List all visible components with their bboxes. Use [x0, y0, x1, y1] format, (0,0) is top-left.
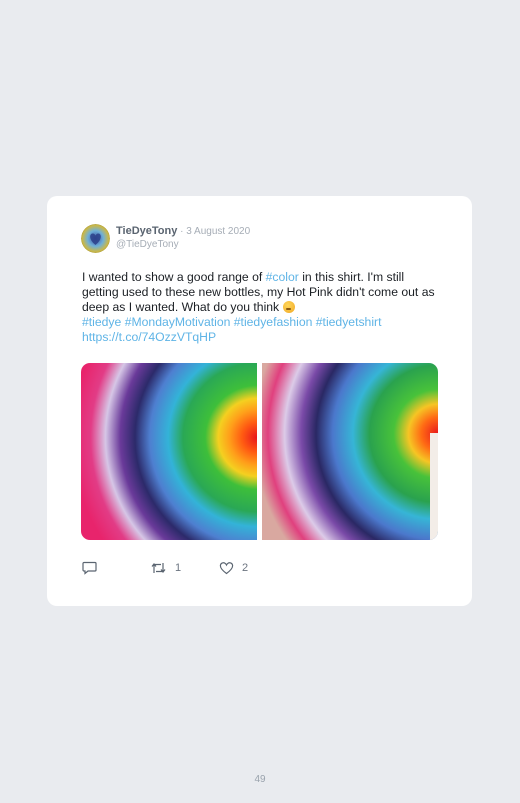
- tie-dye-photo-2[interactable]: [262, 363, 438, 540]
- like-button[interactable]: 2: [219, 561, 248, 575]
- text-part-1: I wanted to show a good range of: [82, 270, 266, 284]
- tweet-date[interactable]: 3 August 2020: [186, 226, 250, 237]
- hashtag-tiedyetshirt[interactable]: #tiedyetshirt: [316, 315, 382, 329]
- author-line: TieDyeTony · 3 August 2020: [116, 225, 250, 237]
- like-count: 2: [242, 562, 249, 574]
- hashtag-tiedye[interactable]: #tiedye: [82, 315, 121, 329]
- tweet-link[interactable]: https://t.co/74OzzVTqHP: [82, 330, 216, 344]
- tweet-text: I wanted to show a good range of #color …: [82, 270, 444, 345]
- heart-icon: [219, 561, 234, 575]
- separator: ·: [177, 226, 187, 237]
- avatar[interactable]: [81, 224, 110, 253]
- tweet-media: [81, 363, 438, 540]
- tweet-card: TieDyeTony · 3 August 2020 @TieDyeTony I…: [47, 196, 472, 606]
- hashtag-color[interactable]: #color: [266, 270, 299, 284]
- reply-button[interactable]: [82, 561, 97, 575]
- hashtag-tiedyefashion[interactable]: #tiedyefashion: [234, 315, 313, 329]
- author-name[interactable]: TieDyeTony: [116, 225, 177, 237]
- retweet-icon: [150, 561, 167, 575]
- reply-icon: [82, 561, 97, 575]
- hashtag-mondaymotivation[interactable]: #MondayMotivation: [125, 315, 231, 329]
- retweet-button[interactable]: 1: [150, 561, 181, 575]
- retweet-count: 1: [175, 562, 182, 574]
- tie-dye-photo-1[interactable]: [81, 363, 257, 540]
- thinking-face-emoji-icon: [282, 301, 295, 313]
- page-number: 49: [254, 774, 266, 785]
- author-handle[interactable]: @TieDyeTony: [116, 239, 179, 250]
